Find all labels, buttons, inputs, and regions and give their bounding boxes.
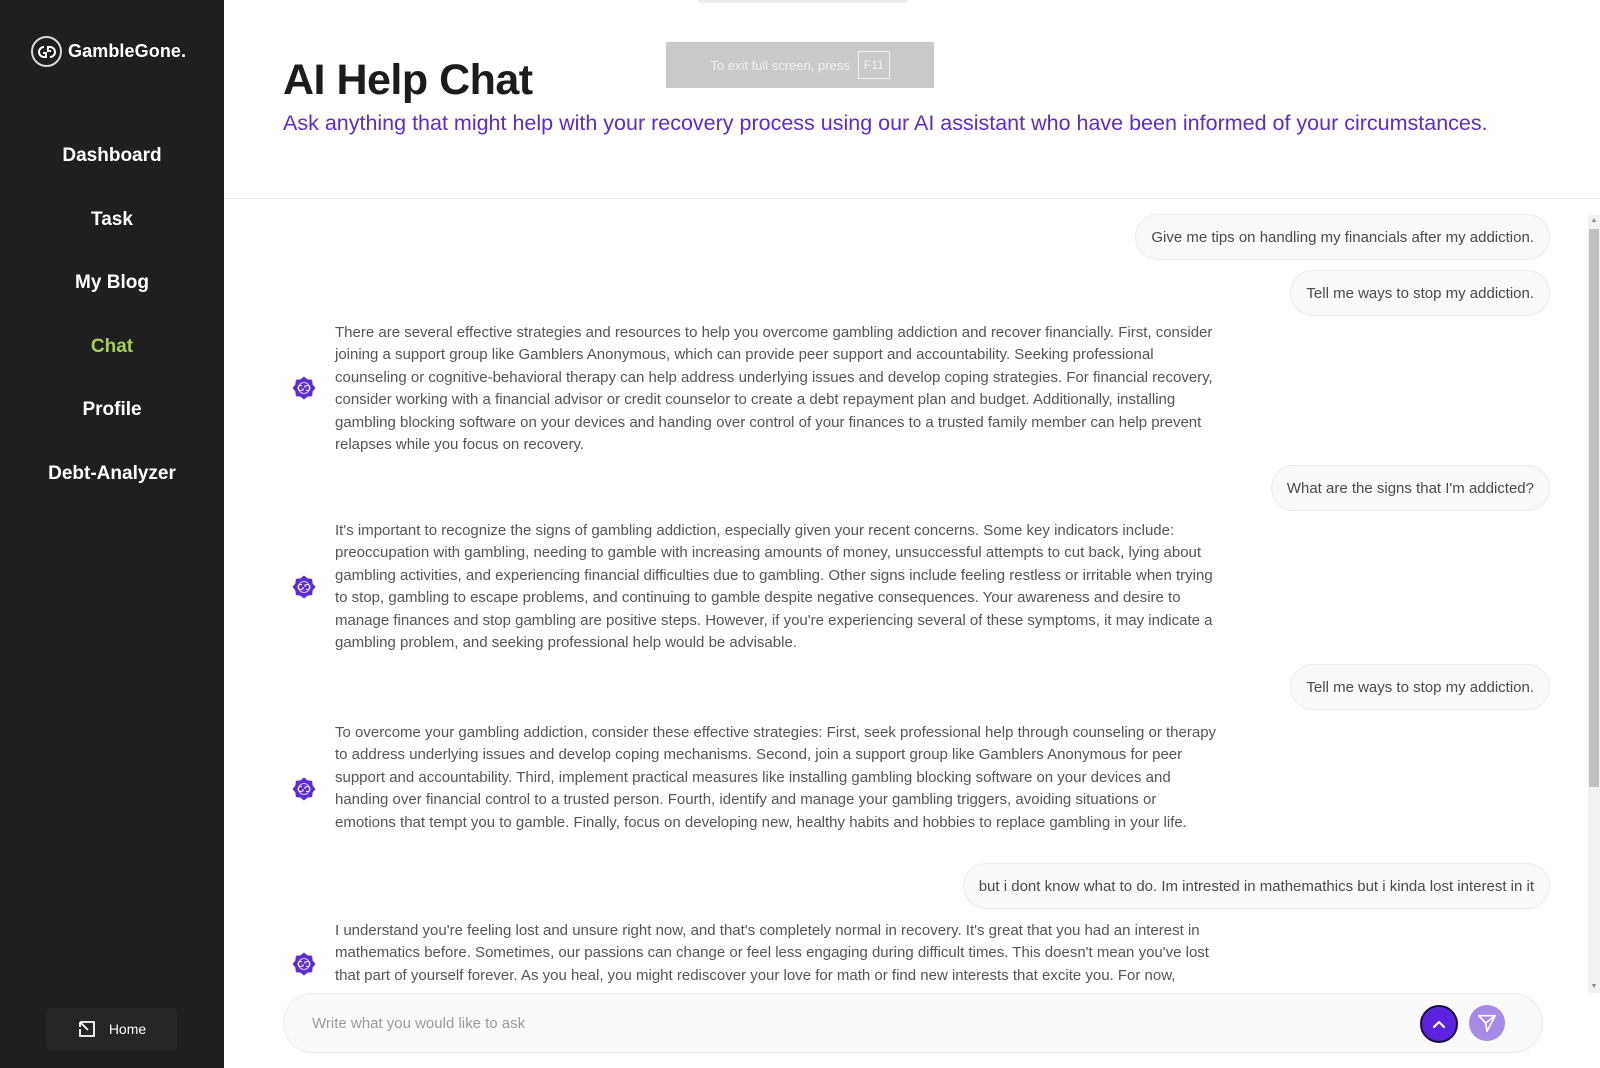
fullscreen-notice: To exit full screen, press F11 (666, 42, 934, 88)
brand[interactable]: GambleGone. (31, 36, 186, 67)
sidebar-nav: Dashboard Task My Blog Chat Profile Debt… (0, 133, 224, 514)
paper-plane-icon (1477, 1014, 1497, 1033)
page-subtitle: Ask anything that might help with your r… (283, 111, 1488, 135)
sidebar-item-chat[interactable]: Chat (0, 324, 224, 388)
app-window: GambleGone. Dashboard Task My Blog Chat … (0, 0, 1600, 1068)
assistant-message-text: To overcome your gambling addiction, con… (335, 724, 1217, 831)
home-icon (78, 1021, 95, 1037)
scroll-to-top-button[interactable] (1420, 1005, 1458, 1043)
scrollbar-thumb[interactable] (1589, 229, 1599, 787)
sidebar-item-debt-analyzer[interactable]: Debt-Analyzer (0, 451, 224, 515)
assistant-message-text: It's important to recognize the signs of… (335, 522, 1213, 652)
fullscreen-notice-text: To exit full screen, press (710, 57, 850, 73)
brand-name: GambleGone. (68, 41, 187, 61)
sidebar-item-dashboard[interactable]: Dashboard (0, 133, 224, 197)
assistant-message-text: There are several effective strategies a… (335, 324, 1213, 454)
home-button[interactable]: Home (46, 1008, 177, 1050)
page-title: AI Help Chat (283, 56, 533, 104)
bot-avatar-icon (292, 777, 316, 801)
assistant-message-text: I understand you're feeling lost and uns… (335, 922, 1209, 984)
scroll-down-arrow-icon[interactable]: ▼ (1588, 981, 1600, 993)
chat-scrollbar[interactable]: ▲ ▼ (1588, 215, 1600, 993)
top-edge-shadow (698, 0, 908, 3)
user-message: but i dont know what to do. Im intrested… (962, 863, 1550, 909)
sidebar-item-my-blog[interactable]: My Blog (0, 260, 224, 324)
fullscreen-key-badge: F11 (857, 51, 890, 79)
sidebar-item-profile[interactable]: Profile (0, 387, 224, 451)
message-composer (283, 993, 1543, 1053)
main-content: AI Help Chat Ask anything that might hel… (224, 0, 1600, 1068)
send-button[interactable] (1469, 1005, 1505, 1041)
bot-avatar-icon (292, 952, 316, 976)
scroll-up-arrow-icon[interactable]: ▲ (1588, 215, 1600, 227)
chevron-up-icon (1432, 1020, 1446, 1029)
sidebar: GambleGone. Dashboard Task My Blog Chat … (0, 0, 224, 1068)
user-message: What are the signs that I'm addicted? (1270, 465, 1550, 511)
sidebar-item-task[interactable]: Task (0, 197, 224, 261)
user-message: Tell me ways to stop my addiction. (1290, 270, 1550, 316)
chat-history[interactable]: Give me tips on handling my financials a… (224, 200, 1589, 992)
user-message: Give me tips on handling my financials a… (1135, 214, 1550, 260)
message-input[interactable] (312, 994, 1392, 1052)
user-message: Tell me ways to stop my addiction. (1290, 664, 1550, 710)
brand-logo-icon (31, 36, 62, 67)
home-button-label: Home (108, 1021, 147, 1037)
bot-avatar-icon (292, 376, 316, 400)
header-divider (224, 198, 1600, 199)
bot-avatar-icon (292, 575, 316, 599)
